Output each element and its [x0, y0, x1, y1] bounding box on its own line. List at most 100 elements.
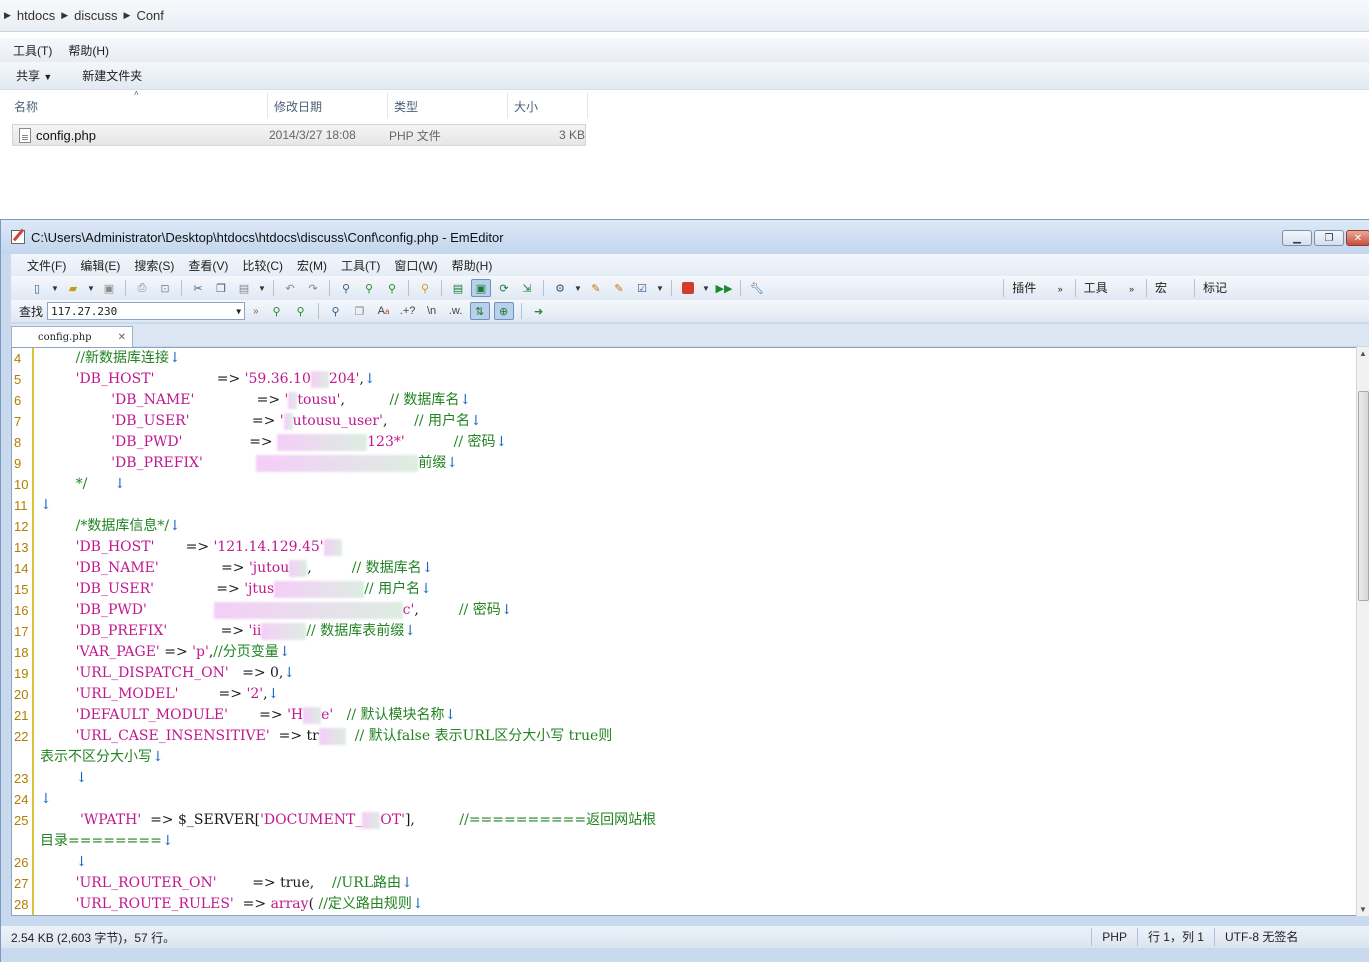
go-arrow-icon[interactable]: ➜: [529, 302, 549, 320]
address-bar[interactable]: ▶ htdocs ▶ discuss ▶ Conf: [0, 0, 1369, 32]
code-line[interactable]: 16 'DB_PWD' c', // 密码↓: [12, 600, 1342, 621]
code-line[interactable]: 6 'DB_NAME' => ' tousu', // 数据库名↓: [12, 390, 1342, 411]
highlight-search-icon[interactable]: ⚲: [326, 302, 346, 320]
code-line[interactable]: 5 'DB_HOST' => '59.36.10 204',↓: [12, 369, 1342, 390]
code-line[interactable]: 17 'DB_PREFIX' => 'ii // 数据库表前缀↓: [12, 621, 1342, 642]
wrap-view-icon[interactable]: ▣: [471, 279, 491, 297]
vertical-scrollbar[interactable]: ▲ ▼: [1356, 347, 1369, 916]
find-input[interactable]: 117.27.230 ▼: [47, 302, 246, 320]
escape-sequence-icon[interactable]: \n: [422, 302, 442, 320]
breadcrumb-item[interactable]: discuss: [74, 8, 117, 23]
find-icon[interactable]: ⚲: [336, 279, 356, 297]
stop-recording-icon[interactable]: [678, 279, 698, 297]
scroll-down-icon[interactable]: ▼: [1359, 905, 1367, 914]
menu-tools[interactable]: 工具(T): [341, 257, 380, 274]
text-editor-area[interactable]: 4 //新数据库连接↓ 5 'DB_HOST' => '59.36.10 204',…: [11, 347, 1359, 916]
copy-results-icon[interactable]: ❐: [350, 302, 370, 320]
save-icon[interactable]: ▣: [99, 279, 119, 297]
menu-tools[interactable]: 工具(T): [13, 42, 52, 59]
column-size[interactable]: 大小: [508, 93, 588, 118]
print-icon[interactable]: ⎙: [132, 279, 152, 297]
column-type[interactable]: 类型: [388, 93, 508, 118]
find-previous-icon[interactable]: ⚲: [382, 279, 402, 297]
menu-view[interactable]: 查看(V): [188, 257, 228, 274]
code-line[interactable]: 15 'DB_USER' => 'jtus // 用户名↓: [12, 579, 1342, 600]
code-line[interactable]: 22 'URL_CASE_INSENSITIVE' => tr // 默认fal…: [12, 726, 1342, 747]
menu-search[interactable]: 搜索(S): [134, 257, 174, 274]
code-line[interactable]: 27 'URL_ROUTER_ON' => true, //URL路由↓: [12, 873, 1342, 894]
code-line[interactable]: 目录========↓: [12, 831, 1342, 852]
file-row[interactable]: config.php 2014/3/27 18:08 PHP 文件 3 KB: [12, 124, 586, 146]
tab-config-php[interactable]: config.php ✕: [11, 326, 133, 347]
code-line[interactable]: 26 ↓: [12, 852, 1342, 873]
chevron-right-icon[interactable]: »: [253, 306, 259, 317]
run-macro-icon[interactable]: ▶▶: [714, 279, 734, 297]
breadcrumb-arrow-icon[interactable]: ▶: [4, 10, 11, 21]
scroll-up-icon[interactable]: ▲: [1359, 349, 1367, 358]
open-folder-icon[interactable]: ▰: [63, 279, 83, 297]
code-line[interactable]: 28 'URL_ROUTE_RULES' => array( //定义路由规则↓: [12, 894, 1342, 915]
configuration-icon[interactable]: ⚙: [550, 279, 570, 297]
checklist-icon[interactable]: ☑: [632, 279, 652, 297]
match-case-icon[interactable]: Aa: [374, 302, 394, 320]
close-button[interactable]: ✕: [1346, 230, 1369, 246]
markers-toolbar[interactable]: 标记: [1194, 279, 1369, 297]
chevron-down-icon[interactable]: ▼: [86, 279, 96, 297]
code-line[interactable]: 24 ↓: [12, 789, 1342, 810]
encoding[interactable]: UTF-8 无签名: [1214, 928, 1369, 946]
whole-word-icon[interactable]: .w.: [446, 302, 466, 320]
code-line[interactable]: 19 'URL_DISPATCH_ON' => 0,↓: [12, 663, 1342, 684]
code-line[interactable]: 12 /*数据库信息*/↓: [12, 516, 1342, 537]
share-button[interactable]: 共享 ▼: [16, 67, 52, 84]
column-name[interactable]: ˄ 名称: [0, 89, 268, 118]
chevron-down-icon[interactable]: ▼: [573, 279, 583, 297]
new-file-icon[interactable]: ▯: [27, 279, 47, 297]
find-previous-icon[interactable]: ⚲: [291, 302, 311, 320]
chevron-down-icon[interactable]: ▼: [50, 279, 60, 297]
paste-icon[interactable]: ▤: [234, 279, 254, 297]
export-icon[interactable]: ⇲: [517, 279, 537, 297]
code-line[interactable]: 11 ↓: [12, 495, 1342, 516]
cursor-position[interactable]: 行 1，列 1: [1136, 928, 1214, 946]
code-line[interactable]: 23 ↓: [12, 768, 1342, 789]
code-line[interactable]: 4 //新数据库连接↓: [12, 348, 1342, 369]
minimize-button[interactable]: ▁: [1282, 230, 1312, 246]
all-properties-icon[interactable]: ✎: [609, 279, 629, 297]
menu-compare[interactable]: 比较(C): [242, 257, 283, 274]
cut-icon[interactable]: ✂: [188, 279, 208, 297]
code-line[interactable]: 10 */ ↓: [12, 474, 1342, 495]
find-next-icon[interactable]: ⚲: [267, 302, 287, 320]
title-bar[interactable]: C:\Users\Administrator\Desktop\htdocs\ht…: [1, 220, 1369, 254]
copy-icon[interactable]: ❐: [211, 279, 231, 297]
code-line[interactable]: 18 'VAR_PAGE' => 'p',//分页变量↓: [12, 642, 1342, 663]
close-on-find-icon[interactable]: ⇅: [469, 302, 490, 320]
search-all-icon[interactable]: ⊕: [493, 302, 514, 320]
code-line[interactable]: 20 'URL_MODEL' => '2',↓: [12, 684, 1342, 705]
language-mode[interactable]: PHP: [1091, 928, 1137, 946]
regex-icon[interactable]: .+?: [398, 302, 418, 320]
code-line[interactable]: 13 'DB_HOST' => '121.14.129.45': [12, 537, 1342, 558]
maximize-button[interactable]: ❐: [1314, 230, 1344, 246]
tools-toolbar[interactable]: 工具 »: [1074, 279, 1146, 297]
breadcrumb-arrow-icon[interactable]: ▶: [61, 10, 68, 21]
code-line[interactable]: 9 'DB_PREFIX' 前缀↓: [12, 453, 1342, 474]
scrollbar-thumb[interactable]: [1358, 391, 1369, 601]
undo-icon[interactable]: ↶: [280, 279, 300, 297]
chevron-down-icon[interactable]: ▼: [655, 279, 665, 297]
menu-file[interactable]: 文件(F): [27, 257, 66, 274]
menu-help[interactable]: 帮助(H): [452, 257, 493, 274]
menu-macro[interactable]: 宏(M): [297, 257, 327, 274]
code-line[interactable]: 8 'DB_PWD' => 123*' // 密码↓: [12, 432, 1342, 453]
breadcrumb-item[interactable]: Conf: [136, 8, 163, 23]
refresh-icon[interactable]: ⟳: [494, 279, 514, 297]
find-next-icon[interactable]: ⚲: [359, 279, 379, 297]
macros-toolbar[interactable]: 宏: [1146, 279, 1194, 297]
breadcrumb-arrow-icon[interactable]: ▶: [124, 10, 131, 21]
close-icon[interactable]: ✕: [118, 332, 126, 343]
find-in-files-icon[interactable]: ⚲: [415, 279, 435, 297]
code-line[interactable]: 表示不区分大小写↓: [12, 747, 1342, 768]
menu-window[interactable]: 窗口(W): [394, 257, 437, 274]
split-view-icon[interactable]: ▤: [448, 279, 468, 297]
code-line[interactable]: 7 'DB_USER' => ' utousu_user', // 用户名↓: [12, 411, 1342, 432]
new-folder-button[interactable]: 新建文件夹: [82, 67, 142, 84]
